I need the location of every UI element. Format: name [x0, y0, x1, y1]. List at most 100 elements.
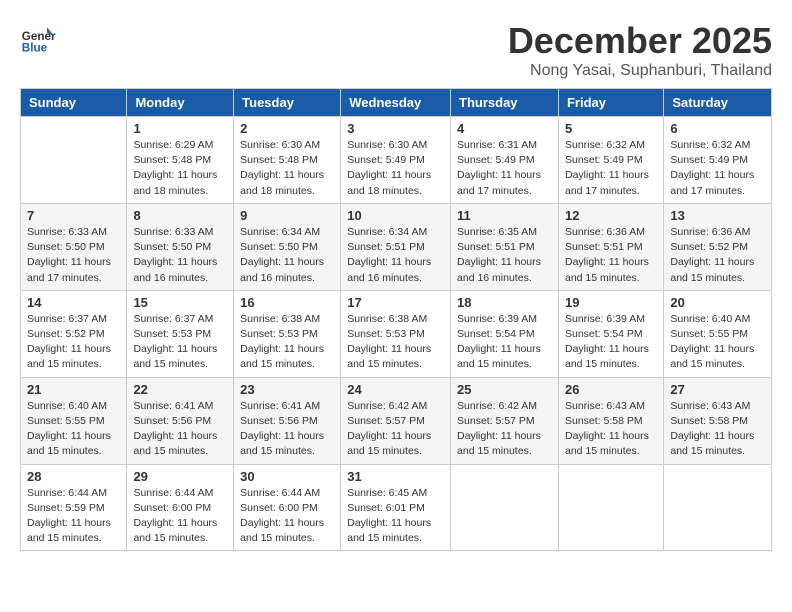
calendar-day-cell: 13 Sunrise: 6:36 AM Sunset: 5:52 PM Dayli…	[664, 203, 772, 290]
day-number: 12	[565, 208, 657, 223]
day-info: Sunrise: 6:44 AM Sunset: 6:00 PM Dayligh…	[133, 486, 227, 547]
day-number: 3	[347, 121, 444, 136]
day-info: Sunrise: 6:41 AM Sunset: 5:56 PM Dayligh…	[240, 399, 334, 460]
logo: General Blue	[20, 20, 60, 56]
day-number: 25	[457, 382, 552, 397]
day-info: Sunrise: 6:34 AM Sunset: 5:51 PM Dayligh…	[347, 225, 444, 286]
day-info: Sunrise: 6:32 AM Sunset: 5:49 PM Dayligh…	[670, 138, 765, 199]
day-info: Sunrise: 6:36 AM Sunset: 5:51 PM Dayligh…	[565, 225, 657, 286]
day-number: 18	[457, 295, 552, 310]
day-info: Sunrise: 6:41 AM Sunset: 5:56 PM Dayligh…	[133, 399, 227, 460]
day-info: Sunrise: 6:43 AM Sunset: 5:58 PM Dayligh…	[565, 399, 657, 460]
day-number: 13	[670, 208, 765, 223]
calendar-day-cell: 10 Sunrise: 6:34 AM Sunset: 5:51 PM Dayli…	[341, 203, 451, 290]
day-number: 29	[133, 469, 227, 484]
calendar-table: SundayMondayTuesdayWednesdayThursdayFrid…	[20, 88, 772, 551]
day-info: Sunrise: 6:30 AM Sunset: 5:48 PM Dayligh…	[240, 138, 334, 199]
day-number: 22	[133, 382, 227, 397]
day-number: 20	[670, 295, 765, 310]
calendar-day-cell: 19Sunrise: 6:39 AM Sunset: 5:54 PM Dayli…	[558, 290, 663, 377]
weekday-header-thursday: Thursday	[451, 89, 559, 117]
location: Nong Yasai, Suphanburi, Thailand	[508, 62, 772, 80]
calendar-day-cell: 9 Sunrise: 6:34 AM Sunset: 5:50 PM Daylig…	[234, 203, 341, 290]
day-info: Sunrise: 6:31 AM Sunset: 5:49 PM Dayligh…	[457, 138, 552, 199]
calendar-day-cell: 17 Sunrise: 6:38 AM Sunset: 5:53 PM Dayli…	[341, 290, 451, 377]
day-info: Sunrise: 6:38 AM Sunset: 5:53 PM Dayligh…	[347, 312, 444, 373]
day-info: Sunrise: 6:39 AM Sunset: 5:54 PM Dayligh…	[457, 312, 552, 373]
day-info: Sunrise: 6:38 AM Sunset: 5:53 PM Dayligh…	[240, 312, 334, 373]
calendar-day-cell	[664, 464, 772, 551]
calendar-day-cell: 5Sunrise: 6:32 AM Sunset: 5:49 PM Daylig…	[558, 117, 663, 204]
calendar-day-cell: 30Sunrise: 6:44 AM Sunset: 6:00 PM Dayli…	[234, 464, 341, 551]
calendar-day-cell: 3 Sunrise: 6:30 AM Sunset: 5:49 PM Daylig…	[341, 117, 451, 204]
day-info: Sunrise: 6:37 AM Sunset: 5:52 PM Dayligh…	[27, 312, 120, 373]
calendar-day-cell: 31 Sunrise: 6:45 AM Sunset: 6:01 PM Dayli…	[341, 464, 451, 551]
calendar-day-cell	[21, 117, 127, 204]
calendar-day-cell: 16 Sunrise: 6:38 AM Sunset: 5:53 PM Dayli…	[234, 290, 341, 377]
day-info: Sunrise: 6:39 AM Sunset: 5:54 PM Dayligh…	[565, 312, 657, 373]
calendar-day-cell: 28Sunrise: 6:44 AM Sunset: 5:59 PM Dayli…	[21, 464, 127, 551]
day-number: 2	[240, 121, 334, 136]
calendar-day-cell: 23 Sunrise: 6:41 AM Sunset: 5:56 PM Dayli…	[234, 377, 341, 464]
day-info: Sunrise: 6:32 AM Sunset: 5:49 PM Dayligh…	[565, 138, 657, 199]
day-info: Sunrise: 6:40 AM Sunset: 5:55 PM Dayligh…	[27, 399, 120, 460]
day-info: Sunrise: 6:35 AM Sunset: 5:51 PM Dayligh…	[457, 225, 552, 286]
weekday-header-friday: Friday	[558, 89, 663, 117]
day-info: Sunrise: 6:43 AM Sunset: 5:58 PM Dayligh…	[670, 399, 765, 460]
calendar-week-row: 14 Sunrise: 6:37 AM Sunset: 5:52 PM Dayli…	[21, 290, 772, 377]
calendar-week-row: 21 Sunrise: 6:40 AM Sunset: 5:55 PM Dayli…	[21, 377, 772, 464]
day-number: 30	[240, 469, 334, 484]
day-info: Sunrise: 6:42 AM Sunset: 5:57 PM Dayligh…	[347, 399, 444, 460]
day-number: 31	[347, 469, 444, 484]
calendar-day-cell: 11Sunrise: 6:35 AM Sunset: 5:51 PM Dayli…	[451, 203, 559, 290]
calendar-day-cell: 21 Sunrise: 6:40 AM Sunset: 5:55 PM Dayli…	[21, 377, 127, 464]
calendar-day-cell	[451, 464, 559, 551]
day-info: Sunrise: 6:29 AM Sunset: 5:48 PM Dayligh…	[133, 138, 227, 199]
day-number: 14	[27, 295, 120, 310]
weekday-header-monday: Monday	[127, 89, 234, 117]
day-number: 17	[347, 295, 444, 310]
day-info: Sunrise: 6:34 AM Sunset: 5:50 PM Dayligh…	[240, 225, 334, 286]
day-info: Sunrise: 6:30 AM Sunset: 5:49 PM Dayligh…	[347, 138, 444, 199]
day-number: 26	[565, 382, 657, 397]
day-info: Sunrise: 6:33 AM Sunset: 5:50 PM Dayligh…	[27, 225, 120, 286]
day-info: Sunrise: 6:45 AM Sunset: 6:01 PM Dayligh…	[347, 486, 444, 547]
day-number: 16	[240, 295, 334, 310]
calendar-day-cell: 15Sunrise: 6:37 AM Sunset: 5:53 PM Dayli…	[127, 290, 234, 377]
calendar-header-row: SundayMondayTuesdayWednesdayThursdayFrid…	[21, 89, 772, 117]
calendar-day-cell: 8 Sunrise: 6:33 AM Sunset: 5:50 PM Daylig…	[127, 203, 234, 290]
day-number: 23	[240, 382, 334, 397]
day-info: Sunrise: 6:33 AM Sunset: 5:50 PM Dayligh…	[133, 225, 227, 286]
calendar-week-row: 7 Sunrise: 6:33 AM Sunset: 5:50 PM Daylig…	[21, 203, 772, 290]
weekday-header-wednesday: Wednesday	[341, 89, 451, 117]
calendar-body: 1Sunrise: 6:29 AM Sunset: 5:48 PM Daylig…	[21, 117, 772, 551]
day-number: 7	[27, 208, 120, 223]
day-info: Sunrise: 6:36 AM Sunset: 5:52 PM Dayligh…	[670, 225, 765, 286]
calendar-day-cell: 7 Sunrise: 6:33 AM Sunset: 5:50 PM Daylig…	[21, 203, 127, 290]
page-header: General Blue December 2025 Nong Yasai, S…	[20, 20, 772, 80]
day-number: 8	[133, 208, 227, 223]
calendar-day-cell: 25Sunrise: 6:42 AM Sunset: 5:57 PM Dayli…	[451, 377, 559, 464]
month-title: December 2025	[508, 20, 772, 62]
day-number: 9	[240, 208, 334, 223]
day-number: 24	[347, 382, 444, 397]
day-number: 27	[670, 382, 765, 397]
day-info: Sunrise: 6:40 AM Sunset: 5:55 PM Dayligh…	[670, 312, 765, 373]
logo-icon: General Blue	[20, 20, 56, 56]
day-number: 4	[457, 121, 552, 136]
day-number: 10	[347, 208, 444, 223]
calendar-day-cell: 18 Sunrise: 6:39 AM Sunset: 5:54 PM Dayli…	[451, 290, 559, 377]
calendar-day-cell: 4 Sunrise: 6:31 AM Sunset: 5:49 PM Daylig…	[451, 117, 559, 204]
calendar-day-cell: 22 Sunrise: 6:41 AM Sunset: 5:56 PM Dayli…	[127, 377, 234, 464]
calendar-day-cell: 1Sunrise: 6:29 AM Sunset: 5:48 PM Daylig…	[127, 117, 234, 204]
calendar-day-cell: 27 Sunrise: 6:43 AM Sunset: 5:58 PM Dayli…	[664, 377, 772, 464]
calendar-day-cell: 26 Sunrise: 6:43 AM Sunset: 5:58 PM Dayli…	[558, 377, 663, 464]
weekday-header-tuesday: Tuesday	[234, 89, 341, 117]
calendar-week-row: 1Sunrise: 6:29 AM Sunset: 5:48 PM Daylig…	[21, 117, 772, 204]
calendar-day-cell: 24 Sunrise: 6:42 AM Sunset: 5:57 PM Dayli…	[341, 377, 451, 464]
day-number: 21	[27, 382, 120, 397]
calendar-day-cell	[558, 464, 663, 551]
calendar-day-cell: 12 Sunrise: 6:36 AM Sunset: 5:51 PM Dayli…	[558, 203, 663, 290]
calendar-day-cell: 14 Sunrise: 6:37 AM Sunset: 5:52 PM Dayli…	[21, 290, 127, 377]
weekday-header-saturday: Saturday	[664, 89, 772, 117]
